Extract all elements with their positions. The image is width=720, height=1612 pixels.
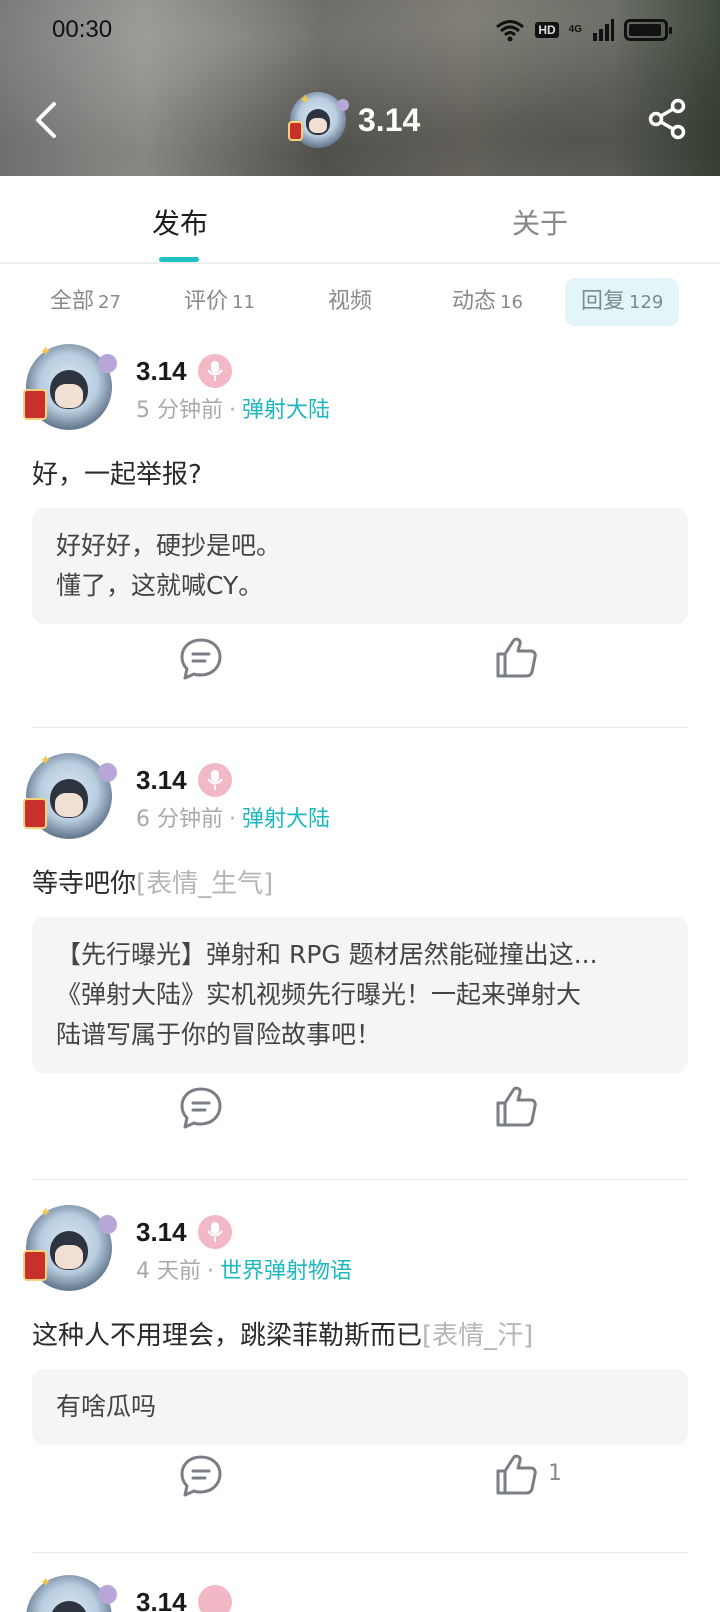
filter-all[interactable]: 全部 27 (50, 278, 121, 326)
hd-icon: HD (535, 22, 559, 38)
post-actions (0, 630, 720, 690)
user-avatar[interactable]: ✦ (26, 1575, 118, 1612)
like-count: 1 (548, 1461, 562, 1486)
post-time: 5 分钟前 (136, 398, 223, 423)
navigation-bar: ✦ 3.14 (0, 80, 720, 160)
filter-replies[interactable]: 回复 129 (565, 278, 680, 326)
game-link[interactable]: 弹射大陆 (242, 807, 330, 832)
mic-badge-icon (198, 763, 232, 797)
status-time: 00:30 (52, 16, 113, 43)
wifi-icon (496, 20, 525, 42)
comment-icon[interactable] (178, 1085, 224, 1131)
post-meta: 6 分钟前 · 弹射大陆 (136, 807, 331, 832)
emoji-tag: [表情_汗] (422, 1321, 534, 1351)
mic-badge-icon (198, 1585, 232, 1612)
mic-badge-icon (198, 354, 232, 388)
game-link[interactable]: 弹射大陆 (242, 398, 330, 423)
user-avatar[interactable]: ✦ (22, 344, 118, 430)
filter-moments[interactable]: 动态 16 (452, 278, 523, 326)
game-link[interactable]: 世界弹射物语 (220, 1259, 352, 1284)
header-user[interactable]: ✦ 3.14 (287, 92, 421, 148)
filter-chips: 全部 27 评价 11 视频 动态 16 回复 129 (0, 278, 720, 328)
battery-icon (624, 19, 672, 41)
mic-badge-icon (198, 1215, 232, 1249)
active-tab-indicator (159, 257, 199, 262)
comment-icon[interactable] (178, 636, 224, 682)
filter-reviews[interactable]: 评价 11 (184, 278, 255, 326)
post-meta: 4 天前 · 世界弹射物语 (136, 1259, 353, 1284)
user-avatar[interactable]: ✦ (22, 1205, 118, 1291)
comment-icon[interactable] (178, 1453, 224, 1499)
divider (32, 727, 688, 728)
divider (32, 1552, 688, 1553)
quoted-content[interactable]: 有啥瓜吗 (32, 1369, 688, 1445)
quoted-content[interactable]: 好好好，硬抄是吧。 懂了，这就喊CY。 (32, 508, 688, 624)
profile-header: 00:30 HD 4G ✦ 3.14 (0, 0, 720, 176)
divider (32, 1179, 688, 1180)
post-actions: 1 (0, 1447, 720, 1507)
share-icon[interactable] (644, 96, 690, 142)
reply-text: 等寺吧你[表情_生气] (32, 869, 274, 899)
post-time: 6 分钟前 (136, 807, 223, 832)
user-avatar[interactable]: ✦ (22, 753, 118, 839)
header-title: 3.14 (358, 101, 421, 138)
username[interactable]: 3.14 (136, 1217, 187, 1248)
signal-icon (593, 19, 614, 41)
quoted-content[interactable]: 【先行曝光】弹射和 RPG 题材居然能碰撞出这... 《弹射大陆》实机视频先行曝… (32, 917, 688, 1073)
network-type: 4G (568, 24, 582, 35)
tab-publish[interactable]: 发布 (152, 202, 208, 242)
back-icon[interactable] (28, 98, 68, 142)
username[interactable]: 3.14 (136, 765, 187, 796)
post-time: 4 天前 (136, 1259, 201, 1284)
tab-about[interactable]: 关于 (512, 202, 568, 242)
post-actions (0, 1079, 720, 1139)
username[interactable]: 3.14 (136, 1587, 187, 1612)
username[interactable]: 3.14 (136, 356, 187, 387)
filter-videos[interactable]: 视频 (328, 278, 372, 326)
status-icons: HD 4G (495, 18, 672, 42)
like-icon[interactable] (494, 1083, 540, 1129)
emoji-tag: [表情_生气] (136, 869, 274, 899)
reply-text: 这种人不用理会，跳梁菲勒斯而已[表情_汗] (32, 1321, 534, 1351)
post-meta: 5 分钟前 · 弹射大陆 (136, 398, 331, 423)
status-bar: 00:30 HD 4G (0, 0, 720, 64)
like-icon[interactable] (494, 1451, 540, 1497)
main-tabs: 发布 关于 (0, 176, 720, 264)
like-icon[interactable] (494, 634, 540, 680)
header-avatar: ✦ (287, 92, 350, 148)
reply-text: 好，一起举报? (32, 460, 202, 490)
